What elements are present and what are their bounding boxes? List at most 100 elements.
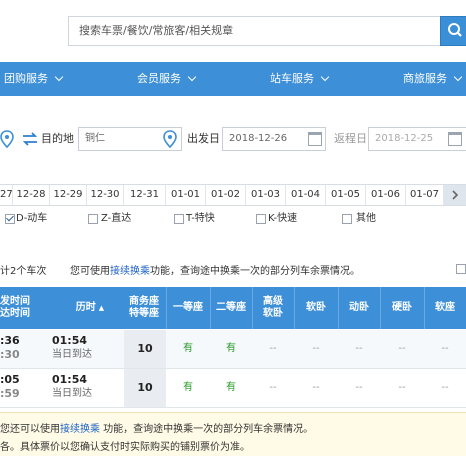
th-hard-sleeper: 硬卧	[392, 302, 412, 313]
duration-cell: 01:54 当日到达	[52, 369, 122, 411]
th-soft-seat: 软座	[435, 302, 455, 313]
duration: 01:54	[52, 373, 88, 386]
first-class-seat[interactable]: 有	[166, 330, 210, 368]
date-tab[interactable]: 01-05	[326, 185, 366, 205]
search-icon	[448, 23, 462, 37]
table-row[interactable]: :05 :59 01:54 当日到达 10 有 有 -- -- -- -- --	[0, 369, 466, 408]
th-premium-sleeper: 高级 软卧	[252, 287, 294, 329]
soft-sleeper: --	[312, 382, 320, 393]
time-cell: :05 :59	[0, 369, 40, 411]
date-strip: 27 12-28 12-29 12-30 12-31 01-01 01-02 0…	[0, 184, 466, 206]
date-next-button[interactable]	[444, 185, 466, 205]
arrival-note: 当日到达	[52, 388, 92, 399]
date-tab[interactable]: 12-29	[50, 185, 87, 205]
th-first-class: 一等座	[173, 302, 203, 313]
results-table-header: 发时间 达时间 历时 ▲ 商务座 特等座 一等座 二等座 高级 软卧 软卧 动卧 …	[0, 287, 466, 329]
arrival-note: 当日到达	[52, 349, 92, 360]
location-pin-icon	[163, 130, 177, 148]
location-pin-icon	[0, 130, 14, 148]
soft-seat: --	[441, 382, 449, 393]
chevron-right-icon	[452, 190, 459, 200]
date-tab[interactable]: 01-04	[286, 185, 326, 205]
second-class-seat[interactable]: 有	[210, 330, 252, 368]
duration: 01:54	[52, 334, 88, 347]
business-seat[interactable]: 10	[124, 330, 166, 368]
nav-item-label: 站车服务	[270, 72, 314, 85]
return-date-label: 返程日	[334, 132, 367, 145]
date-tab[interactable]: 12-30	[87, 185, 124, 205]
duration-cell: 01:54 当日到达	[52, 330, 122, 372]
show-all-checkbox[interactable]	[456, 264, 466, 274]
second-class-seat[interactable]: 有	[210, 369, 252, 407]
time-cell: :36 :30	[0, 330, 40, 372]
th-premium-bottom: 软卧	[263, 308, 283, 319]
date-tab[interactable]: 12-31	[124, 185, 166, 205]
filter-label: T-特快	[186, 213, 215, 224]
th-duration[interactable]: 历时 ▲	[60, 287, 120, 329]
sort-icon: ▲	[98, 304, 105, 312]
business-seat[interactable]: 10	[124, 369, 166, 407]
th-business-top: 商务座	[129, 296, 159, 307]
depart-time: :05	[0, 373, 20, 386]
filter-label: K-快速	[268, 213, 298, 224]
nav-item-label: 商旅服务	[403, 72, 447, 85]
nav-item-member[interactable]: 会员服务	[137, 62, 197, 96]
calendar-icon[interactable]	[308, 132, 322, 146]
date-tab[interactable]: 01-06	[366, 185, 406, 205]
date-tab[interactable]: 01-02	[206, 185, 246, 205]
filter-checkbox-k[interactable]	[256, 214, 266, 224]
table-row[interactable]: :36 :30 01:54 当日到达 10 有 有 -- -- -- -- --	[0, 330, 466, 369]
depart-time: :36	[0, 334, 20, 347]
hard-sleeper: --	[398, 343, 406, 354]
date-tab[interactable]: 01-07	[406, 185, 444, 205]
date-tab[interactable]: 27	[0, 185, 13, 205]
nav-item-station[interactable]: 站车服务	[270, 62, 330, 96]
arrive-time: :59	[0, 387, 20, 400]
hard-sleeper: --	[398, 382, 406, 393]
notice-transfer-link[interactable]: 接续换乘	[60, 424, 100, 435]
filter-checkbox-t[interactable]	[174, 214, 184, 224]
th-business-bottom: 特等座	[129, 308, 159, 319]
filter-checkbox-z[interactable]	[88, 214, 98, 224]
search-input[interactable]: 搜索车票/餐饮/常旅客/相关规章	[68, 16, 444, 46]
notice-prefix: 您还可以使用	[0, 424, 60, 435]
filter-checkbox-other[interactable]	[342, 214, 352, 224]
soft-sleeper: --	[312, 343, 320, 354]
depart-date-label: 出发日	[187, 132, 220, 145]
main-nav: 团购服务 会员服务 站车服务 商旅服务	[0, 62, 466, 96]
th-premium-top: 高级	[263, 296, 283, 307]
moving-sleeper: --	[355, 343, 363, 354]
nav-item-label: 会员服务	[137, 72, 181, 85]
calendar-icon[interactable]	[448, 132, 462, 146]
notice-box: 您还可以使用接续换乘 功能，查询途中换乘一次的部分列车余票情况。 各。具体票价以…	[0, 412, 466, 456]
date-tab[interactable]: 12-28	[13, 185, 50, 205]
filter-label: 其他	[356, 213, 376, 224]
moving-sleeper: --	[355, 382, 363, 393]
nav-item-group-buy[interactable]: 团购服务	[4, 62, 64, 96]
train-count: 计2个车次	[0, 266, 47, 277]
th-business: 商务座 特等座	[124, 287, 164, 329]
th-moving-sleeper: 动卧	[349, 302, 369, 313]
date-tab[interactable]: 01-03	[246, 185, 286, 205]
chevron-down-icon	[453, 72, 463, 82]
premium-sleeper: --	[269, 382, 277, 393]
soft-seat: --	[441, 343, 449, 354]
first-class-seat[interactable]: 有	[166, 369, 210, 407]
notice-line-2: 各。具体票价以您确认支付时实际购买的铺别票价为准。	[0, 442, 250, 453]
premium-sleeper: --	[269, 343, 277, 354]
nav-item-business[interactable]: 商旅服务	[403, 62, 463, 96]
hint-prefix: 您可使用	[70, 266, 110, 277]
th-soft-sleeper: 软卧	[306, 302, 326, 313]
transfer-hint: 您可使用接续换乘功能，查询途中换乘一次的部分列车余票情况。	[70, 262, 360, 277]
date-tab[interactable]: 01-01	[166, 185, 206, 205]
transfer-link[interactable]: 接续换乘	[110, 266, 150, 277]
chevron-down-icon	[187, 72, 197, 82]
hint-suffix: 功能，查询途中换乘一次的部分列车余票情况。	[150, 266, 360, 277]
chevron-down-icon	[320, 72, 330, 82]
th-duration-label: 历时	[75, 302, 96, 313]
search-button[interactable]	[440, 16, 466, 46]
th-time[interactable]: 发时间 达时间	[0, 287, 50, 329]
filter-checkbox-d[interactable]	[5, 214, 15, 224]
filter-label: D-动车	[16, 213, 48, 224]
swap-icon[interactable]	[22, 132, 38, 146]
